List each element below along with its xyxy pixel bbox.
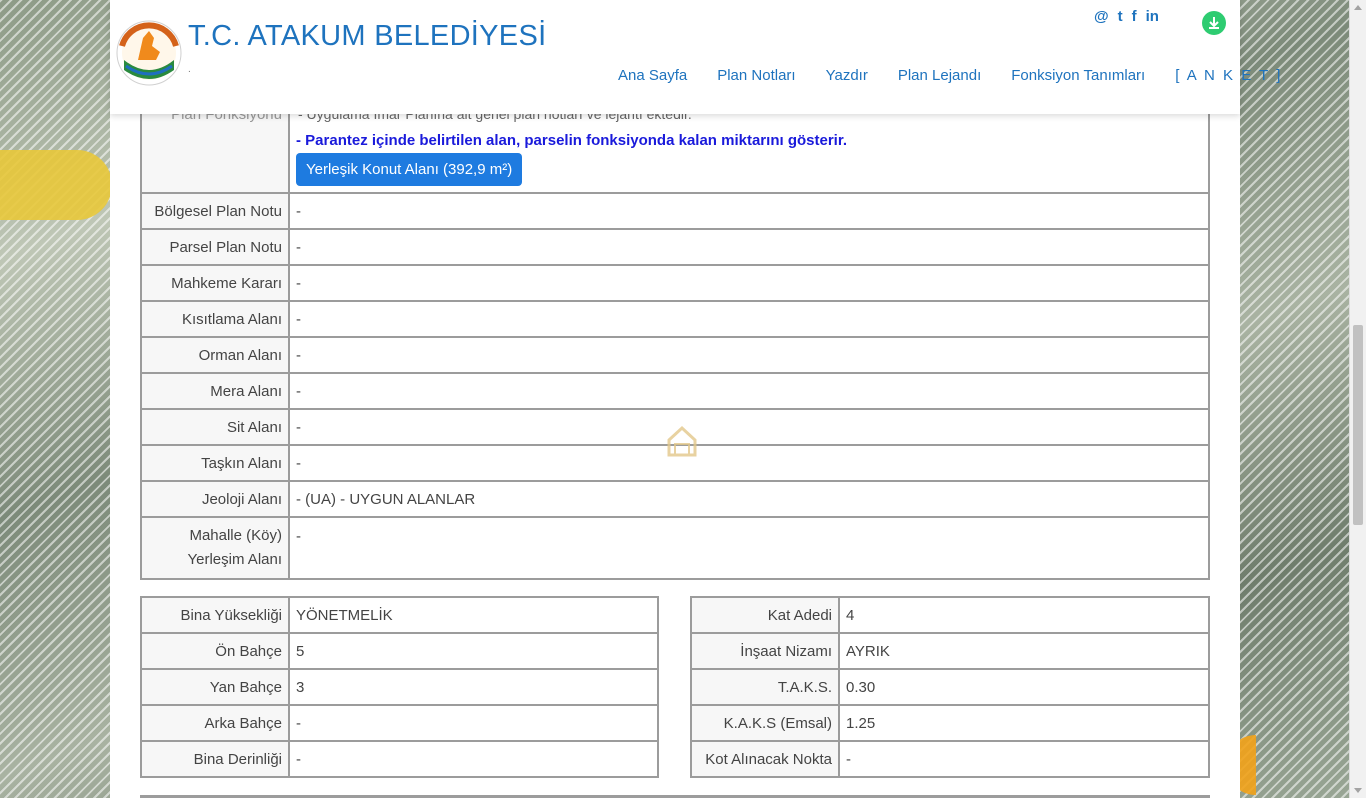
row-value: - (288, 704, 659, 742)
table-row: Jeoloji Alanı - (UA) - UYGUN ALANLAR (140, 480, 1210, 518)
mahalle-key-line1: Mahalle (Köy) (189, 527, 282, 544)
row-value: - (288, 408, 1210, 446)
home-watermark-icon (667, 425, 697, 457)
main-nav: Ana Sayfa Plan Notları Yazdır Plan Lejan… (618, 67, 1282, 84)
site-subtitle: . (188, 64, 191, 75)
row-value: - (288, 264, 1210, 302)
row-value: - (288, 336, 1210, 374)
row-value: 4 (838, 596, 1210, 634)
row-key: Mera Alanı (140, 372, 290, 410)
pill-wrap: Yerleşik Konut Alanı (392,9 m²) (296, 153, 847, 186)
municipality-logo[interactable] (116, 16, 182, 90)
row-value: - (288, 740, 659, 778)
nav-plan-legend[interactable]: Plan Lejandı (898, 67, 981, 84)
row-value: - (288, 228, 1210, 266)
row-key: K.A.K.S (Emsal) (690, 704, 840, 742)
linkedin-icon[interactable]: in (1146, 8, 1159, 25)
row-key: Sit Alanı (140, 408, 290, 446)
nav-survey[interactable]: [ A N K E T ] (1175, 67, 1282, 84)
row-key: Bina Yüksekliği (140, 596, 290, 634)
table-row: Mahkeme Kararı - (140, 264, 1210, 302)
row-value: 1.25 (838, 704, 1210, 742)
building-params-left-table: Bina Yüksekliği YÖNETMELİK Ön Bahçe 5 Yan … (140, 596, 659, 778)
mahalle-value: - (288, 516, 1210, 580)
row-value: AYRIK (838, 632, 1210, 670)
row-key: Ön Bahçe (140, 632, 290, 670)
social-links: @ t f in (1094, 8, 1159, 25)
row-key: Jeoloji Alanı (140, 480, 290, 518)
row-value: 3 (288, 668, 659, 706)
twitter-icon[interactable]: t (1118, 8, 1123, 25)
nav-function-definitions[interactable]: Fonksiyon Tanımları (1011, 67, 1145, 84)
nav-print[interactable]: Yazdır (826, 67, 868, 84)
row-key: Kat Adedi (690, 596, 840, 634)
row-key: İnşaat Nizamı (690, 632, 840, 670)
row-key: Kısıtlama Alanı (140, 300, 290, 338)
vertical-scrollbar[interactable] (1349, 0, 1366, 798)
table-row: Orman Alanı - (140, 336, 1210, 374)
nav-plan-notes[interactable]: Plan Notları (717, 67, 795, 84)
page-container: Plan Fonksiyonu - Uygulama İmar Planına … (110, 0, 1280, 798)
scrollbar-thumb[interactable] (1353, 325, 1363, 525)
arrow-down-icon (1209, 17, 1219, 29)
table-row: Bölgesel Plan Notu - (140, 192, 1210, 230)
email-icon[interactable]: @ (1094, 8, 1109, 25)
download-icon[interactable] (1202, 11, 1226, 35)
row-key: Orman Alanı (140, 336, 290, 374)
table-row: T.A.K.S. 0.30 (690, 668, 1210, 706)
row-key: Arka Bahçe (140, 704, 290, 742)
row-value: YÖNETMELİK (288, 596, 659, 634)
building-params-right-table: Kat Adedi 4 İnşaat Nizamı AYRIK T.A.K.S. 0.… (690, 596, 1210, 778)
facebook-icon[interactable]: f (1132, 8, 1137, 25)
row-key: Kot Alınacak Nokta (690, 740, 840, 778)
table-row: Bina Yüksekliği YÖNETMELİK (140, 596, 659, 634)
row-key: Parsel Plan Notu (140, 228, 290, 266)
row-key: Yan Bahçe (140, 668, 290, 706)
row-value: - (UA) - UYGUN ALANLAR (288, 480, 1210, 518)
plan-note-block: - Parantez içinde belirtilen alan, parse… (296, 132, 847, 186)
background-decoration-left (0, 150, 112, 220)
site-title[interactable]: T.C. ATAKUM BELEDİYESİ (188, 20, 546, 53)
row-value: - (288, 444, 1210, 482)
table-row: İnşaat Nizamı AYRIK (690, 632, 1210, 670)
row-key: T.A.K.S. (690, 668, 840, 706)
table-row: Mera Alanı - (140, 372, 1210, 410)
row-value: - (288, 300, 1210, 338)
table-row: Bina Derinliği - (140, 740, 659, 778)
nav-home[interactable]: Ana Sayfa (618, 67, 687, 84)
function-area-pill[interactable]: Yerleşik Konut Alanı (392,9 m²) (296, 153, 523, 186)
area-note-text: - Parantez içinde belirtilen alan, parse… (296, 132, 848, 149)
table-row: Arka Bahçe - (140, 704, 659, 742)
row-value: - (838, 740, 1210, 778)
row-key: Bölgesel Plan Notu (140, 192, 290, 230)
row-value: 0.30 (838, 668, 1210, 706)
scroll-down-icon[interactable] (1354, 788, 1362, 793)
table-row: Kat Adedi 4 (690, 596, 1210, 634)
site-header: T.C. ATAKUM BELEDİYESİ . @ t f in Ana Sa… (110, 0, 1280, 114)
mahalle-key-line2: Yerleşim Alanı (187, 551, 283, 568)
table-row: Ön Bahçe 5 (140, 632, 659, 670)
row-value: 5 (288, 632, 659, 670)
table-row: K.A.K.S (Emsal) 1.25 (690, 704, 1210, 742)
row-key: Bina Derinliği (140, 740, 290, 778)
table-row: Yan Bahçe 3 (140, 668, 659, 706)
table-row: Parsel Plan Notu - (140, 228, 1210, 266)
table-row: Kısıtlama Alanı - (140, 300, 1210, 338)
row-key: Mahkeme Kararı (140, 264, 290, 302)
row-key: Taşkın Alanı (140, 444, 290, 482)
scroll-up-icon[interactable] (1354, 5, 1362, 10)
mahalle-row: Mahalle (Köy) Yerleşim Alanı - (140, 516, 1210, 580)
mahalle-key: Mahalle (Köy) Yerleşim Alanı (140, 516, 290, 580)
row-value: - (288, 372, 1210, 410)
table-row: Kot Alınacak Nokta - (690, 740, 1210, 778)
row-value: - (288, 192, 1210, 230)
